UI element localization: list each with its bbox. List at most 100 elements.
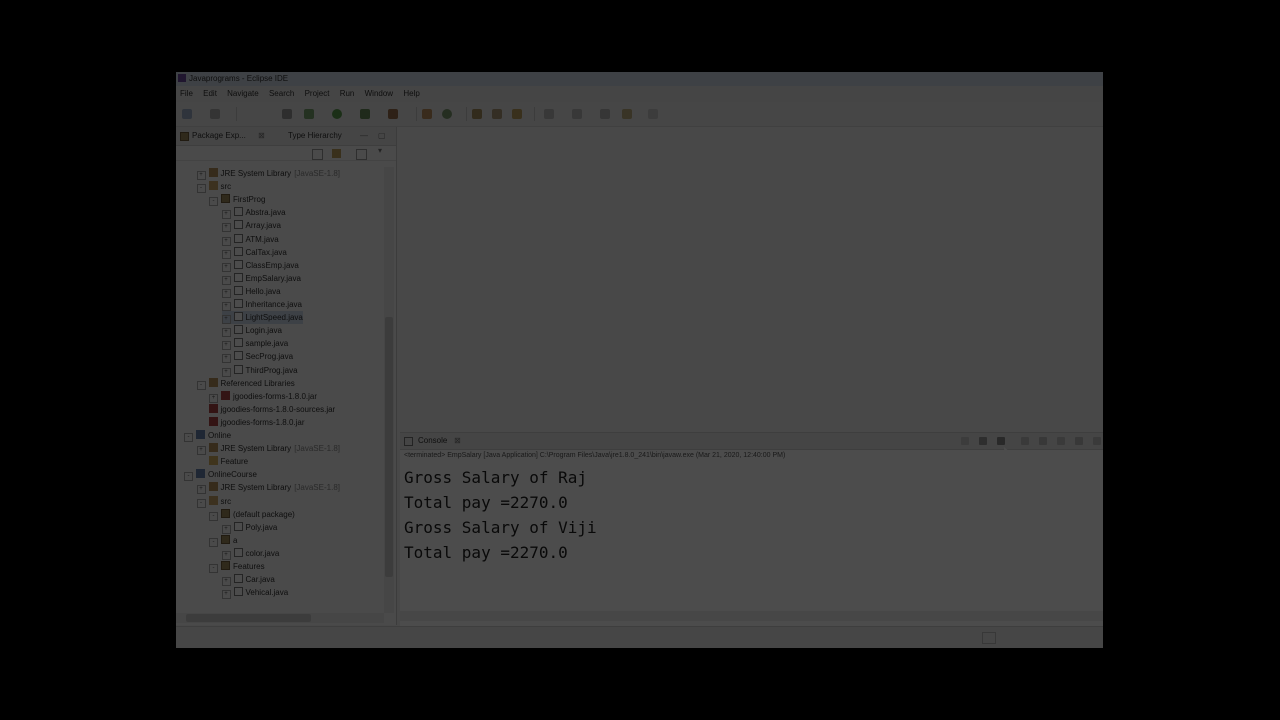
- skip-breakpoints-icon[interactable]: [282, 109, 292, 119]
- expand-icon[interactable]: +: [221, 236, 231, 246]
- menu-help[interactable]: Help: [403, 86, 419, 102]
- expand-icon[interactable]: +: [221, 590, 231, 600]
- new-class-icon[interactable]: [442, 109, 452, 119]
- tree-item[interactable]: + LightSpeed.java: [221, 311, 303, 325]
- debug-icon[interactable]: [304, 109, 314, 119]
- pin-console-icon[interactable]: [1057, 437, 1065, 445]
- collapse-icon[interactable]: -: [196, 498, 206, 508]
- tree-item[interactable]: -a: [209, 534, 237, 547]
- external-tools-icon[interactable]: [388, 109, 398, 119]
- menu-edit[interactable]: Edit: [203, 86, 217, 102]
- tree-item[interactable]: + Vehical.java: [221, 586, 288, 600]
- expand-icon[interactable]: +: [221, 367, 231, 377]
- close-icon[interactable]: ⊠: [454, 433, 461, 449]
- tree-item[interactable]: + EmpSalary.java: [221, 272, 301, 285]
- focus-icon[interactable]: [356, 149, 367, 160]
- link-with-editor-icon[interactable]: [332, 149, 341, 158]
- tree-item[interactable]: - src: [196, 495, 231, 508]
- forward-icon[interactable]: [622, 109, 632, 119]
- coverage-icon[interactable]: [360, 109, 370, 119]
- expand-icon[interactable]: +: [196, 446, 206, 456]
- expand-icon[interactable]: +: [221, 315, 231, 325]
- tree-item[interactable]: - FirstProg: [209, 193, 265, 207]
- menu-search[interactable]: Search: [269, 86, 294, 102]
- expand-icon[interactable]: +: [221, 550, 231, 560]
- maximize-icon[interactable]: ▢: [378, 127, 386, 145]
- tree-item[interactable]: Feature: [197, 455, 248, 468]
- tree-item[interactable]: jgoodies-forms-1.8.0.jar: [197, 416, 305, 429]
- tree-item[interactable]: + JRE System Library [JavaSE-1.8]: [196, 442, 340, 456]
- new-java-project-icon[interactable]: [422, 109, 432, 119]
- expand-icon[interactable]: +: [221, 275, 231, 285]
- next-annotation-icon[interactable]: [572, 109, 582, 119]
- view-menu-icon[interactable]: ▾: [378, 146, 382, 155]
- collapse-icon[interactable]: -: [209, 564, 218, 573]
- tree-item[interactable]: + Poly.java: [221, 521, 277, 534]
- collapse-icon[interactable]: -: [196, 184, 206, 194]
- open-console-icon[interactable]: [1093, 437, 1101, 445]
- collapse-icon[interactable]: -: [184, 472, 193, 482]
- tree-item[interactable]: + Array.java: [221, 219, 281, 233]
- search-icon[interactable]: [512, 109, 522, 119]
- collapse-icon[interactable]: -: [209, 537, 218, 547]
- menu-navigate[interactable]: Navigate: [227, 86, 259, 102]
- tree-item[interactable]: - src: [196, 180, 231, 194]
- collapse-icon[interactable]: -: [184, 433, 193, 442]
- collapse-all-icon[interactable]: [312, 149, 323, 160]
- remove-launch-icon[interactable]: [979, 437, 987, 445]
- menu-project[interactable]: Project: [305, 86, 330, 102]
- remove-all-terminated-icon[interactable]: [997, 437, 1005, 445]
- tree-item[interactable]: + ThirdProg.java: [221, 364, 298, 377]
- annotation-icon[interactable]: [544, 109, 554, 119]
- expand-icon[interactable]: +: [221, 302, 231, 311]
- tree-item[interactable]: + Login.java: [221, 324, 282, 338]
- expand-icon[interactable]: +: [221, 341, 231, 351]
- console-horizontal-scrollbar[interactable]: [400, 611, 1103, 621]
- expand-icon[interactable]: +: [209, 393, 218, 403]
- menu-window[interactable]: Window: [365, 86, 393, 102]
- tab-type-hierarchy[interactable]: Type Hierarchy: [288, 127, 342, 145]
- tree-item[interactable]: - OnlineCourse: [184, 468, 257, 482]
- expand-icon[interactable]: +: [221, 223, 231, 233]
- expand-icon[interactable]: +: [221, 328, 231, 338]
- pin-icon[interactable]: [648, 109, 658, 119]
- tree-item[interactable]: + ATM.java: [221, 233, 279, 246]
- tree-item[interactable]: + JRE System Library [JavaSE-1.8]: [196, 167, 340, 180]
- tree-item[interactable]: + color.java: [221, 547, 279, 560]
- tree-item[interactable]: + Inheritance.java: [221, 298, 302, 311]
- collapse-icon[interactable]: -: [209, 511, 218, 521]
- clear-console-icon[interactable]: [1021, 437, 1029, 445]
- tab-package-explorer[interactable]: Package Exp...: [192, 127, 246, 145]
- menu-file[interactable]: File: [180, 86, 193, 102]
- collapse-icon[interactable]: -: [196, 380, 206, 390]
- tree-item[interactable]: + sample.java: [221, 337, 288, 351]
- open-task-icon[interactable]: [492, 109, 502, 119]
- tree-item[interactable]: - (default package): [209, 508, 295, 521]
- expand-icon[interactable]: +: [196, 485, 206, 495]
- tree-item[interactable]: + Car.java: [221, 573, 275, 587]
- expand-icon[interactable]: +: [221, 249, 231, 259]
- expand-icon[interactable]: +: [196, 171, 206, 180]
- menu-run[interactable]: Run: [340, 86, 355, 102]
- minimize-icon[interactable]: —: [360, 127, 368, 145]
- collapse-icon[interactable]: -: [209, 197, 218, 207]
- tree-item[interactable]: jgoodies-forms-1.8.0-sources.jar: [197, 403, 335, 416]
- new-icon[interactable]: [182, 109, 192, 119]
- close-icon[interactable]: ⊠: [258, 127, 265, 145]
- back-icon[interactable]: [600, 109, 610, 119]
- expand-icon[interactable]: +: [221, 524, 231, 534]
- open-type-icon[interactable]: [472, 109, 482, 119]
- expand-icon[interactable]: +: [221, 262, 231, 272]
- progress-icon[interactable]: [982, 632, 996, 644]
- expand-icon[interactable]: +: [221, 210, 231, 220]
- run-icon[interactable]: [332, 109, 342, 119]
- scroll-lock-icon[interactable]: [1039, 437, 1047, 445]
- tree-item[interactable]: - Referenced Libraries: [196, 377, 295, 390]
- display-selected-console-icon[interactable]: [1075, 437, 1083, 445]
- tree-item[interactable]: - Online: [184, 429, 231, 442]
- tree-item[interactable]: + ClassEmp.java: [221, 259, 299, 272]
- save-icon[interactable]: [210, 109, 220, 119]
- tree-item[interactable]: + Hello.java: [221, 285, 281, 298]
- tree-horizontal-scrollbar[interactable]: [176, 613, 384, 623]
- tree-item[interactable]: - Features: [209, 560, 265, 573]
